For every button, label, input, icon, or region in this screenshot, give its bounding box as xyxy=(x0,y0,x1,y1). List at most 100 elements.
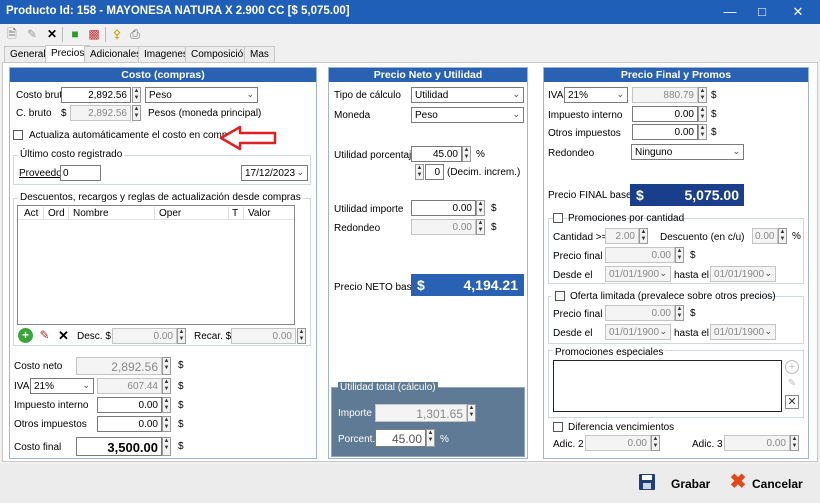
adic3-spinner[interactable]: ▲ ▼ xyxy=(790,435,799,451)
costo-otros-imp-input[interactable]: 0.00 xyxy=(97,416,162,432)
add-rule-icon[interactable]: + xyxy=(18,328,33,343)
desc-label: Desc. $ xyxy=(77,331,111,342)
proveedor-link[interactable]: Proveedor xyxy=(19,168,65,179)
oferta-desde-value: 01/01/1900 xyxy=(609,327,660,338)
new-document-icon[interactable]: 🗎 xyxy=(4,26,20,42)
final-imp-interno-input[interactable]: 0.00 xyxy=(632,106,698,122)
cancel-x-icon[interactable]: ✖ xyxy=(729,472,747,492)
c-bruto-label: C. bruto xyxy=(16,108,52,119)
dollar-symbol: $ xyxy=(491,203,497,214)
final-iva-select[interactable]: 21% ⌄ xyxy=(564,87,628,103)
cancelar-button[interactable]: Cancelar xyxy=(752,477,803,491)
final-otros-imp-label: Otros impuestos xyxy=(548,128,621,139)
c-bruto-input[interactable]: 2,892.56 xyxy=(70,105,131,121)
oferta-hasta-value: 01/01/1900 xyxy=(714,327,765,338)
minimize-button[interactable]: — xyxy=(720,4,740,19)
cantidad-input[interactable]: 2.00 xyxy=(605,228,639,244)
costo-final-spinner[interactable]: ▲ ▼ xyxy=(162,437,171,456)
decimales-spinner[interactable]: ▲ ▼ xyxy=(415,164,424,180)
oferta-hasta-select[interactable]: 01/01/1900 ⌄ xyxy=(710,324,776,340)
add-promo-icon[interactable]: + xyxy=(785,360,799,374)
dollar-symbol: $ xyxy=(178,419,184,430)
utilidad-importe-input[interactable]: 0.00 xyxy=(411,200,476,216)
maximize-button[interactable]: □ xyxy=(752,4,772,19)
final-imp-interno-spinner[interactable]: ▲ ▼ xyxy=(698,106,707,122)
cantidad-spinner[interactable]: ▲ ▼ xyxy=(639,228,648,244)
utilidad-importe-spinner[interactable]: ▲ ▼ xyxy=(476,200,485,216)
costo-neto-spinner[interactable]: ▲ ▼ xyxy=(162,357,171,375)
c-bruto-spinner[interactable]: ▲ ▼ xyxy=(132,105,141,121)
close-window-button[interactable]: ✕ xyxy=(788,4,808,20)
proveedor-input[interactable]: 0 xyxy=(60,165,101,181)
promo-precio-final-spinner[interactable]: ▲ ▼ xyxy=(675,247,684,263)
reglas-table[interactable]: Act Ord Nombre Oper T Valor xyxy=(17,205,295,325)
edit-promo-icon[interactable]: ✎ xyxy=(785,377,799,391)
chevron-down-icon: ⌄ xyxy=(296,167,304,177)
tipo-calculo-select[interactable]: Utilidad ⌄ xyxy=(411,87,524,103)
costo-neto-input[interactable]: 2,892.56 xyxy=(76,357,162,375)
dif-venc-checkbox[interactable] xyxy=(553,422,563,432)
final-redondeo-select[interactable]: Ninguno ⌄ xyxy=(631,144,744,160)
neto-redondeo-spinner[interactable]: ▲ ▼ xyxy=(476,219,485,235)
adic3-input[interactable]: 0.00 xyxy=(724,435,790,451)
porcent-input[interactable]: 45.00 xyxy=(375,429,426,447)
desc-spinner[interactable]: ▲ ▼ xyxy=(177,328,186,344)
final-iva-spinner[interactable]: ▲ ▼ xyxy=(698,87,707,103)
recar-spinner[interactable]: ▲ ▼ xyxy=(297,328,306,344)
save-record-icon[interactable]: ■ xyxy=(67,26,83,42)
promo-especiales-list[interactable] xyxy=(553,360,782,412)
utilidad-porcentaje-input[interactable]: 45.00 xyxy=(411,146,462,162)
delete-rule-icon[interactable]: ✕ xyxy=(56,328,71,343)
fecha-select[interactable]: 17/12/2023 ⌄ xyxy=(241,165,308,181)
delete-promo-icon[interactable]: ✕ xyxy=(785,395,799,409)
costo-iva-select[interactable]: 21% ⌄ xyxy=(30,378,94,394)
costo-iva-input[interactable]: 607.44 xyxy=(97,378,162,394)
costo-bruto-spinner[interactable]: ▲ ▼ xyxy=(132,87,141,103)
oferta-precio-final-spinner[interactable]: ▲ ▼ xyxy=(675,305,684,321)
delete-icon[interactable]: ✕ xyxy=(44,26,60,42)
moneda-select[interactable]: Peso ⌄ xyxy=(411,107,524,123)
utilidad-porcentaje-spinner[interactable]: ▲ ▼ xyxy=(462,146,471,162)
final-otros-imp-input[interactable]: 0.00 xyxy=(632,124,698,140)
desc-input[interactable]: 0.00 xyxy=(112,328,177,344)
costo-iva-spinner[interactable]: ▲ ▼ xyxy=(162,378,171,394)
moneda-label: Moneda xyxy=(334,110,371,121)
promo-cantidad-checkbox[interactable] xyxy=(553,213,563,223)
descuento-input[interactable]: 0.00 xyxy=(752,228,778,244)
costo-otros-imp-spinner[interactable]: ▲ ▼ xyxy=(162,416,171,432)
costo-imp-interno-spinner[interactable]: ▲ ▼ xyxy=(162,397,171,413)
final-otros-imp-spinner[interactable]: ▲ ▼ xyxy=(698,124,707,140)
export-icon[interactable]: ▩ xyxy=(86,26,102,42)
edit-document-icon[interactable]: ✎ xyxy=(24,26,40,42)
importe-spinner[interactable]: ▲ ▼ xyxy=(467,404,476,422)
porcent-spinner[interactable]: ▲ ▼ xyxy=(426,429,435,447)
costo-bruto-currency-select[interactable]: Peso ⌄ xyxy=(145,87,258,103)
actualiza-checkbox[interactable] xyxy=(13,130,23,140)
adic2-spinner[interactable]: ▲ ▼ xyxy=(651,435,660,451)
tab-mas[interactable]: Mas xyxy=(244,46,275,62)
grabar-label[interactable]: Grabar xyxy=(671,477,710,491)
adic2-input[interactable]: 0.00 xyxy=(585,435,651,451)
neto-redondeo-input[interactable]: 0.00 xyxy=(411,219,476,235)
print-icon[interactable]: ⎙ xyxy=(127,26,143,42)
hasta-select[interactable]: 01/01/1900 ⌄ xyxy=(710,266,776,282)
edit-rule-icon[interactable]: ✎ xyxy=(37,328,52,343)
promo-precio-final-input[interactable]: 0.00 xyxy=(605,247,675,263)
costo-bruto-input[interactable]: 2,892.56 xyxy=(61,87,131,103)
costo-otros-imp-label: Otros impuestos xyxy=(14,419,87,430)
col-act: Act xyxy=(24,208,39,219)
decimales-input[interactable]: 0 xyxy=(425,164,444,180)
importe-input[interactable]: 1,301.65 xyxy=(375,404,467,422)
col-t: T xyxy=(232,208,239,219)
costo-final-input[interactable]: 3,500.00 xyxy=(76,437,162,456)
costo-imp-interno-input[interactable]: 0.00 xyxy=(97,397,162,413)
final-iva-input[interactable]: 880.79 xyxy=(632,87,698,103)
grabar-button[interactable] xyxy=(638,473,656,491)
key-icon[interactable]: ⚴ xyxy=(109,26,125,42)
recar-input[interactable]: 0.00 xyxy=(231,328,296,344)
oferta-checkbox[interactable] xyxy=(555,291,565,301)
oferta-precio-final-input[interactable]: 0.00 xyxy=(605,305,675,321)
oferta-desde-select[interactable]: 01/01/1900 ⌄ xyxy=(605,324,671,340)
descuento-spinner[interactable]: ▲ ▼ xyxy=(778,228,787,244)
desde-select[interactable]: 01/01/1900 ⌄ xyxy=(605,266,671,282)
